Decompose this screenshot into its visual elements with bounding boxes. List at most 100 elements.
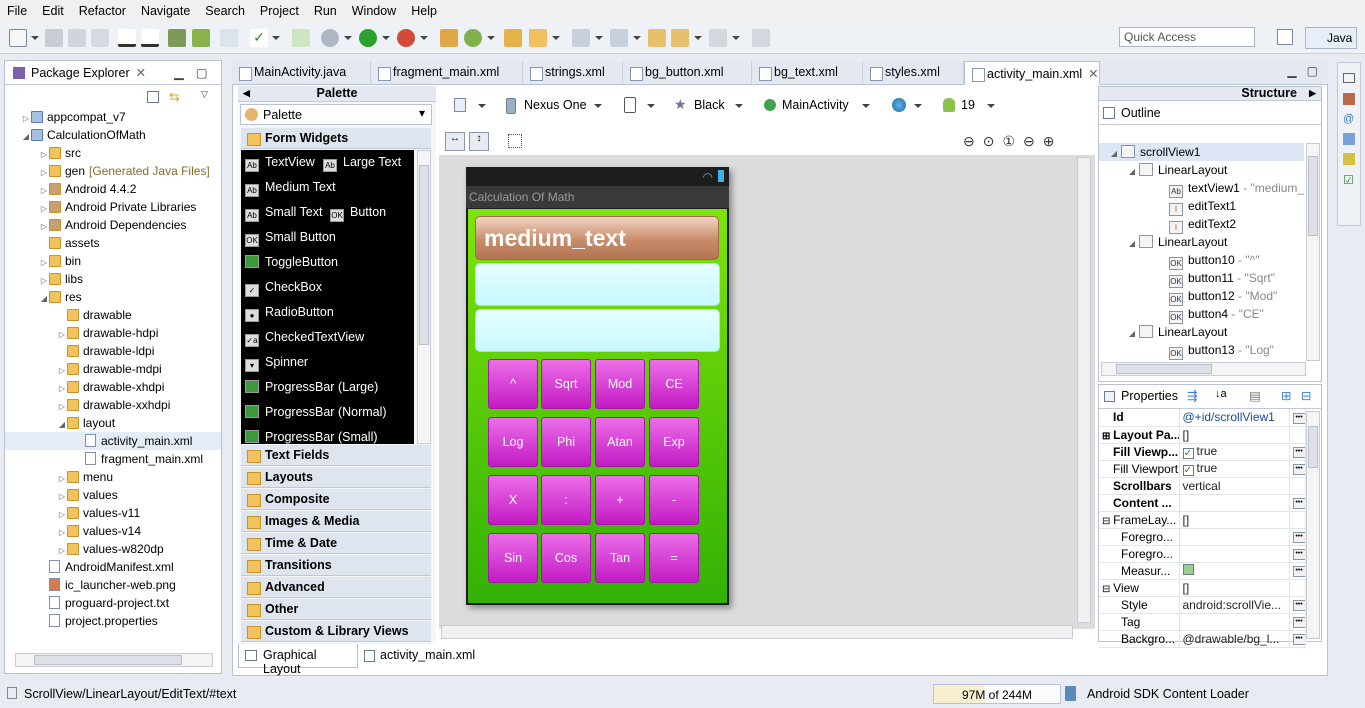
property-value[interactable]: true xyxy=(1197,461,1218,475)
canvas-vscroll[interactable] xyxy=(1077,157,1091,623)
run-icon[interactable] xyxy=(359,29,377,47)
outline-node[interactable]: OK button11 - "Sqrt" xyxy=(1099,269,1304,288)
edit-value-button[interactable]: ••• xyxy=(1292,446,1304,458)
edit-value-button[interactable]: ••• xyxy=(1292,616,1304,628)
calculator-key[interactable]: ^ xyxy=(488,359,538,409)
search-icon[interactable] xyxy=(529,29,547,47)
property-row[interactable]: Fill Viewport ✓ true ••• xyxy=(1099,460,1306,478)
palette-widget[interactable]: ▾ Spinner xyxy=(245,355,308,373)
expand-toggle-icon[interactable]: ⊟ xyxy=(1102,584,1113,595)
zoom-actual-icon[interactable]: ⊙ xyxy=(983,133,1003,149)
tree-item[interactable]: ▷ Android Dependencies xyxy=(5,216,221,234)
menu-file[interactable]: File xyxy=(0,4,35,18)
pin-editor-icon[interactable] xyxy=(752,29,770,47)
property-value[interactable]: android:scrollVie... xyxy=(1183,598,1282,612)
tree-item[interactable]: ▷ drawable-mdpi xyxy=(5,360,221,378)
tree-item[interactable]: ▷ drawable-hdpi xyxy=(5,324,221,342)
menu-window[interactable]: Window xyxy=(345,4,404,18)
tree-item[interactable]: ◢ layout xyxy=(5,414,221,432)
menu-edit[interactable]: Edit xyxy=(35,4,72,18)
palette-widget[interactable]: Ab Small Text xyxy=(245,205,322,223)
palette-widget[interactable]: ToggleButton xyxy=(245,255,338,273)
collapse-left-icon[interactable]: ◀ xyxy=(243,86,250,101)
prev-annotation-dropdown-icon[interactable] xyxy=(633,36,641,40)
api-dropdown-icon[interactable] xyxy=(987,104,995,108)
collapse-all-icon[interactable]: ⊟ xyxy=(1301,388,1311,403)
calculator-key[interactable]: + xyxy=(595,475,645,525)
tree-item[interactable]: AndroidManifest.xml xyxy=(5,558,221,576)
calculator-key[interactable]: CE xyxy=(649,359,699,409)
gc-trash-icon[interactable] xyxy=(1065,686,1076,701)
category-form-widgets[interactable]: Form Widgets xyxy=(241,128,431,149)
outline-node[interactable]: ◢ LinearLayout xyxy=(1099,323,1304,341)
palette-widget[interactable]: ✓a CheckedTextView xyxy=(245,330,364,348)
outline-vscroll[interactable] xyxy=(1306,143,1320,361)
checkbox-dropdown-icon[interactable] xyxy=(272,36,280,40)
checkbox-icon[interactable]: ✓ xyxy=(250,29,268,47)
outline-node[interactable]: OK button10 - "^" xyxy=(1099,251,1304,270)
edit-value-button[interactable]: ••• xyxy=(1292,548,1304,560)
activity-dropdown-icon[interactable] xyxy=(862,104,870,108)
tree-item[interactable]: ◢ CalculationOfMath xyxy=(5,126,221,144)
outline-node[interactable]: ◢ scrollView1 xyxy=(1099,143,1304,161)
property-row[interactable]: Scrollbars vertical xyxy=(1099,477,1306,495)
tree-item[interactable]: ▷ values xyxy=(5,486,221,504)
activity-selector[interactable]: MainActivity xyxy=(782,98,849,112)
calculator-key[interactable]: Cos xyxy=(541,533,591,583)
edit-value-button[interactable]: ••• xyxy=(1292,599,1304,611)
new-class-icon[interactable] xyxy=(464,29,482,47)
margins-icon[interactable] xyxy=(508,134,522,148)
palette-category[interactable]: Composite xyxy=(241,489,431,510)
edit-text-1[interactable] xyxy=(475,263,720,306)
back-icon[interactable] xyxy=(671,29,689,47)
outline-node[interactable]: OK button4 - "CE" xyxy=(1099,305,1304,324)
color-swatch-icon[interactable] xyxy=(1182,563,1194,575)
outline-node[interactable]: ◢ LinearLayout xyxy=(1099,233,1304,251)
property-row[interactable]: Backgro... @drawable/bg_l... ••• xyxy=(1099,630,1306,648)
text-view-display[interactable]: medium_text xyxy=(475,216,719,260)
minimize-icon[interactable]: ▁ xyxy=(174,65,184,80)
tree-item[interactable]: ▷ gen [Generated Java Files] xyxy=(5,162,221,180)
calculator-key[interactable]: - xyxy=(649,475,699,525)
calculator-key[interactable]: Sin xyxy=(488,533,538,583)
tree-item[interactable]: ▷ values-v11 xyxy=(5,504,221,522)
forward-icon[interactable] xyxy=(709,29,727,47)
tree-item[interactable]: ▷ values-v14 xyxy=(5,522,221,540)
tree-item[interactable]: project.properties xyxy=(5,612,221,630)
expand-toggle-icon[interactable]: ⊞ xyxy=(1102,431,1113,442)
next-annotation-icon[interactable] xyxy=(572,29,590,47)
palette-widget[interactable]: Ab Large Text xyxy=(323,155,401,173)
palette-category[interactable]: Images & Media xyxy=(241,511,431,532)
tree-item[interactable]: ▷ drawable-xxhdpi xyxy=(5,396,221,414)
at-icon[interactable]: @ xyxy=(1343,113,1355,125)
outline-node[interactable]: OK button12 - "Mod" xyxy=(1099,287,1304,306)
calculator-key[interactable]: Mod xyxy=(595,359,645,409)
new-android-project-icon[interactable] xyxy=(292,29,310,47)
orientation-dropdown-icon[interactable] xyxy=(647,104,655,108)
edit-value-button[interactable]: ••• xyxy=(1292,633,1304,645)
calculator-key[interactable]: : xyxy=(541,475,591,525)
last-edit-icon[interactable] xyxy=(648,29,666,47)
tree-item[interactable]: proguard-project.txt xyxy=(5,594,221,612)
palette-category[interactable]: Layouts xyxy=(241,467,431,488)
next-annotation-dropdown-icon[interactable] xyxy=(595,36,603,40)
avd-manager-icon[interactable] xyxy=(192,29,210,47)
tree-item[interactable]: ◢ res xyxy=(5,288,221,306)
canvas-hscroll[interactable] xyxy=(441,625,1073,639)
checkbox-icon[interactable]: ✓ xyxy=(1182,465,1194,476)
calculator-key[interactable]: Tan xyxy=(595,533,645,583)
open-perspective-icon[interactable] xyxy=(1277,29,1293,45)
property-row[interactable]: Measur... ••• xyxy=(1099,562,1306,580)
property-row[interactable]: Style android:scrollVie... ••• xyxy=(1099,596,1306,614)
debug-dropdown-icon[interactable] xyxy=(344,36,352,40)
tree-item[interactable]: ▷ bin xyxy=(5,252,221,270)
property-value[interactable]: @drawable/bg_l... xyxy=(1183,632,1280,646)
property-row[interactable]: ⊞ Layout Pa... [] xyxy=(1099,426,1306,444)
property-value[interactable]: [] xyxy=(1183,581,1190,595)
tab-fragment-main-xml[interactable]: fragment_main.xml xyxy=(371,61,523,85)
tab-mainactivity-java[interactable]: MainActivity.java xyxy=(232,61,371,85)
checkbox-icon[interactable]: ✓ xyxy=(1182,448,1194,459)
edit-value-button[interactable]: ••• xyxy=(1292,497,1304,509)
run-dropdown-icon[interactable] xyxy=(382,36,390,40)
quick-access-input[interactable]: Quick Access xyxy=(1119,27,1255,47)
